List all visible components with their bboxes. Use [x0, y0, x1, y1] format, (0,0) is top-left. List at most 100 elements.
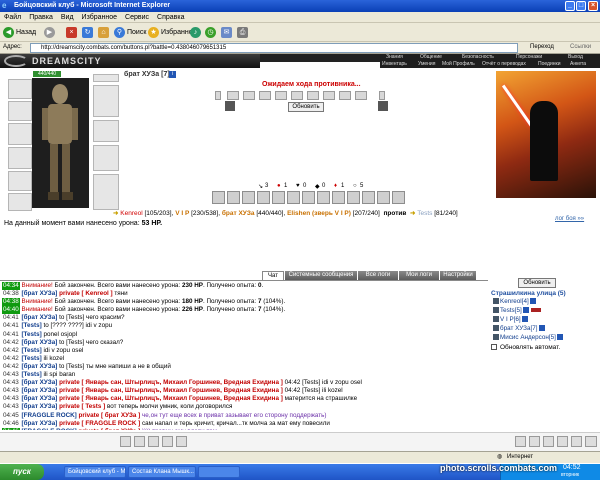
user-item[interactable]: брат ХУЗа[7] — [493, 325, 545, 333]
boots-slot[interactable] — [93, 174, 119, 210]
helmet-slot[interactable] — [8, 79, 32, 99]
nav-questionnaire[interactable]: Анкета — [570, 61, 586, 68]
user-item[interactable]: Kenreol[4] — [493, 298, 536, 306]
character-avatar[interactable] — [32, 78, 89, 208]
fighter-name[interactable]: Kenreol — [120, 210, 142, 217]
private-recipients[interactable]: private [ FRAGGLE ROCK ] — [59, 420, 142, 427]
trick-slot[interactable] — [347, 191, 360, 204]
close-button[interactable]: × — [588, 1, 598, 11]
chat-nick[interactable]: [брат ХУЗа] — [22, 387, 60, 394]
menu-edit[interactable]: Правка — [25, 12, 57, 23]
chat-button[interactable] — [557, 436, 568, 447]
trick-slot[interactable] — [362, 191, 375, 204]
menu-help[interactable]: Справка — [153, 12, 188, 23]
trick-slot[interactable] — [227, 191, 240, 204]
media-button[interactable]: ♪ — [190, 26, 203, 39]
print-button[interactable]: ⎙ — [237, 26, 250, 39]
trick-slot[interactable] — [212, 191, 225, 204]
trick-slot[interactable] — [317, 191, 330, 204]
hit-zone[interactable] — [355, 91, 367, 100]
hit-zone[interactable] — [259, 91, 271, 100]
chat-nick[interactable]: [брат ХУЗа] — [22, 379, 60, 386]
history-button[interactable]: ◷ — [205, 26, 218, 39]
smile-icon[interactable] — [134, 436, 145, 447]
chat-nick[interactable]: [Tests] — [22, 347, 44, 354]
fighter-name[interactable]: V I P — [175, 210, 189, 217]
tab-all-logs[interactable]: Все логи — [358, 271, 398, 280]
chat-nick[interactable]: [брат ХУЗа] — [22, 363, 60, 370]
menu-tools[interactable]: Сервис — [121, 12, 153, 23]
nav-my-profile[interactable]: Мой Профиль — [442, 61, 475, 68]
trick-slot[interactable] — [392, 191, 405, 204]
trick-slot[interactable] — [242, 191, 255, 204]
private-recipients[interactable]: private [ Январь сан, Штырлицъ, Михаил Г… — [59, 387, 284, 394]
maximize-button[interactable]: □ — [576, 1, 586, 11]
chat-nick[interactable]: [Tests] — [22, 322, 44, 329]
gloves-slot[interactable] — [8, 123, 32, 145]
address-input[interactable]: http://dreamscity.combats.com/buttons.pl… — [30, 43, 518, 53]
menu-favorites[interactable]: Избранное — [78, 12, 121, 23]
chat-nick[interactable]: [FRAGGLE ROCK] — [22, 428, 79, 430]
chat-nick[interactable]: [брат ХУЗа] — [22, 339, 60, 346]
chat-nick[interactable]: [Tests] — [22, 331, 44, 338]
fighter-name[interactable]: Elishen (зверь V I P) — [287, 210, 351, 217]
mail-button[interactable]: ✉ — [221, 26, 234, 39]
forward-button[interactable]: ▶ — [44, 26, 57, 39]
chat-nick[interactable]: [брат ХУЗа] — [22, 290, 60, 297]
nav-inventory[interactable]: Инвентарь — [382, 61, 407, 68]
tab-system-messages[interactable]: Системные сообщения — [285, 271, 357, 280]
private-recipients[interactable]: private [ брат ХУЗа ] — [79, 412, 142, 419]
user-item[interactable]: Tests[5] — [493, 307, 541, 315]
nav-knowledge[interactable]: Знания — [386, 54, 403, 61]
nav-security[interactable]: Безопасность — [462, 54, 494, 61]
taskbar-item-clan[interactable]: Состав Клана Мышк... — [128, 466, 196, 478]
hit-zone-right[interactable] — [379, 91, 385, 100]
chat-nick[interactable]: [FRAGGLE ROCK] — [22, 412, 79, 419]
info-icon[interactable]: i — [169, 71, 176, 78]
private-recipients[interactable]: private [ Январь сан, Штырлицъ, Михаил Г… — [59, 379, 284, 386]
private-recipients[interactable]: private [ Tests ] — [59, 403, 107, 410]
nav-skills[interactable]: Умения — [418, 61, 435, 68]
left-shield-icon[interactable] — [225, 101, 235, 111]
taskbar-item-fightclub[interactable]: Бойцовский клуб - М... — [64, 466, 126, 478]
nav-fights[interactable]: Поединки — [538, 61, 561, 68]
chat-nick[interactable]: [брат ХУЗа] — [22, 403, 60, 410]
back-button[interactable]: ◀ Назад — [3, 26, 36, 39]
smile-icon[interactable] — [176, 436, 187, 447]
hit-zone[interactable] — [275, 91, 287, 100]
go-button[interactable]: Переход — [530, 44, 554, 50]
home-button[interactable]: ⌂ — [98, 26, 111, 39]
menu-view[interactable]: Вид — [57, 12, 78, 23]
fighter-name[interactable]: брат ХУЗа — [222, 210, 255, 217]
trick-slot[interactable] — [287, 191, 300, 204]
nav-community[interactable]: Общение — [420, 54, 442, 61]
smile-icon[interactable] — [148, 436, 159, 447]
hit-zone[interactable] — [227, 91, 239, 100]
search-button[interactable]: ⚲ Поиск — [114, 26, 146, 39]
users-refresh-button[interactable]: Обновить — [518, 278, 556, 288]
private-recipients[interactable]: private [ Kenreol ] — [59, 290, 114, 297]
site-logo[interactable]: DREAMSCITY — [0, 54, 260, 68]
hit-zone[interactable] — [243, 91, 255, 100]
chat-nick[interactable]: [Tests] — [22, 371, 44, 378]
hit-zone[interactable] — [307, 91, 319, 100]
chat-nick[interactable]: [брат ХУЗа] — [22, 395, 60, 402]
hit-zone-left[interactable] — [215, 91, 221, 100]
hit-zone[interactable] — [339, 91, 351, 100]
fighter-name[interactable]: Tests — [417, 210, 432, 217]
nav-transfer-report[interactable]: Отчёт о переводах — [482, 61, 526, 68]
trick-slot[interactable] — [377, 191, 390, 204]
shield-slot[interactable] — [93, 120, 119, 142]
links-label[interactable]: Ссылки — [570, 44, 591, 50]
chat-button[interactable] — [529, 436, 540, 447]
taskbar-item-other[interactable] — [198, 466, 240, 478]
refresh-page-button[interactable]: ↻ — [82, 26, 95, 39]
tab-settings[interactable]: Настройки — [440, 271, 476, 280]
chat-button[interactable] — [543, 436, 554, 447]
trick-slot[interactable] — [257, 191, 270, 204]
smile-icon[interactable] — [120, 436, 131, 447]
weapon-slot[interactable] — [8, 101, 32, 121]
smile-icon[interactable] — [162, 436, 173, 447]
chat-button[interactable] — [571, 436, 582, 447]
hit-zone[interactable] — [323, 91, 335, 100]
